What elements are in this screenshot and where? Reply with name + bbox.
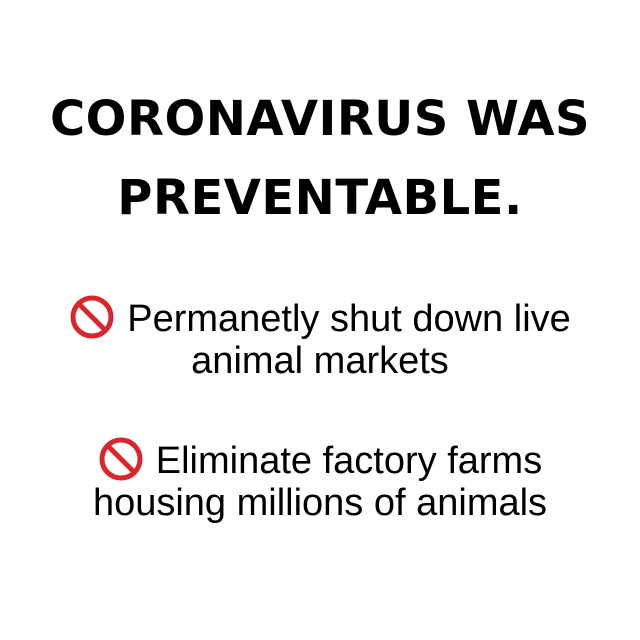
- headline-line-1: CORONAVIRUS WAS: [49, 91, 591, 147]
- prohibited-icon: [99, 437, 143, 481]
- prohibited-icon: [70, 295, 114, 339]
- point-1-line-2: animal markets: [191, 340, 449, 382]
- point-2-line-2: housing millions of animals: [92, 482, 548, 524]
- point-2-text: Eliminate factory farms: [155, 440, 543, 482]
- point-1-text: Permanetly shut down live: [127, 298, 571, 340]
- poster: CORONAVIRUS WAS PREVENTABLE. Permanetly …: [0, 0, 640, 640]
- point-1-line-1: Permanetly shut down live: [0, 294, 640, 340]
- point-2-line-1: Eliminate factory farms: [0, 436, 640, 482]
- headline-line-2: PREVENTABLE.: [117, 170, 523, 226]
